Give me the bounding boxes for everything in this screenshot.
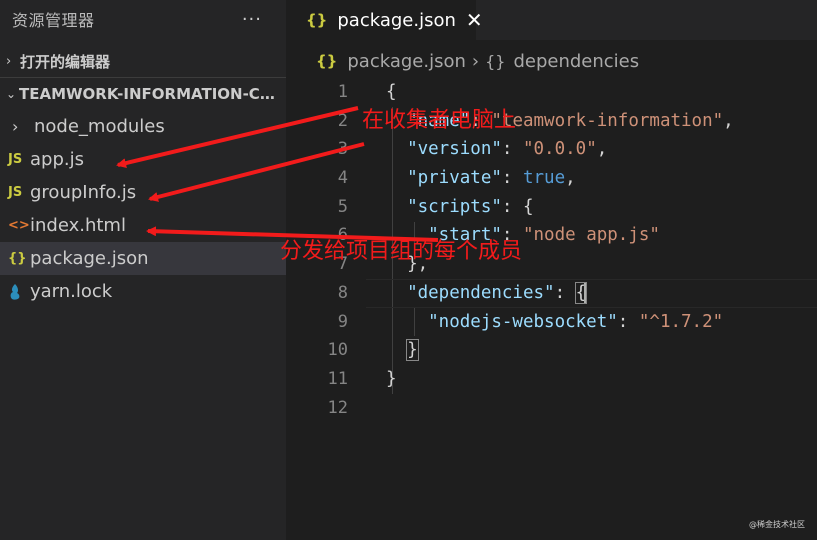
annotation-arrows — [116, 106, 439, 242]
annotation-distribute: 分发给项目组的每个成员 — [280, 239, 523, 264]
arrow-to-groupinfo-js — [148, 142, 365, 202]
vscode-window: 资源管理器 ··· › 打开的编辑器 ⌄ TEAMWORK-INFORMATIO… — [0, 0, 817, 540]
watermark: @稀金技术社区 — [749, 520, 805, 529]
annotation-collector: 在收集者电脑上 — [362, 108, 517, 133]
